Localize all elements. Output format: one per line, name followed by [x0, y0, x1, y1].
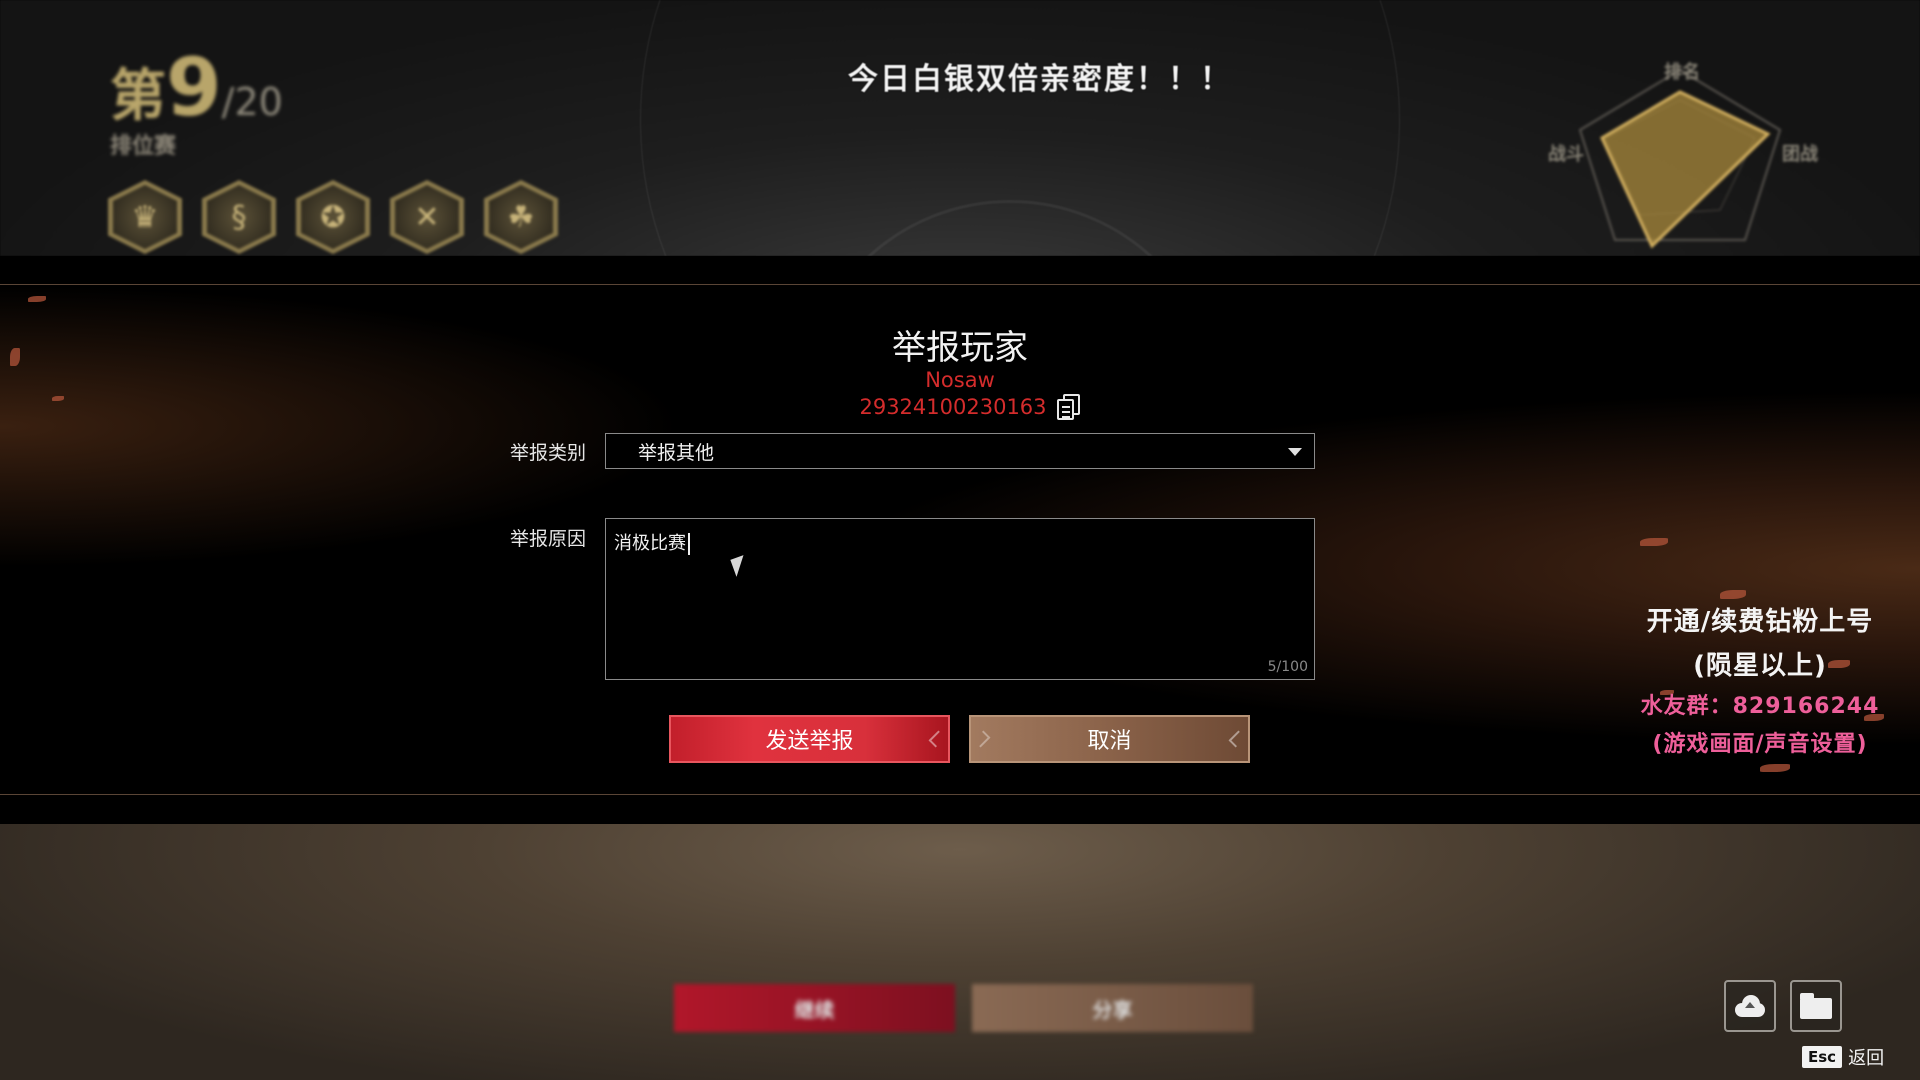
promo-line: (陨星以上)	[1693, 651, 1827, 681]
folder-icon	[1800, 993, 1832, 1019]
copy-icon[interactable]	[1056, 394, 1081, 420]
player-id: 29324100230163	[859, 395, 1047, 419]
chevron-icon	[1228, 730, 1246, 748]
player-id-row: 29324100230163	[820, 394, 1120, 420]
badge-dragon-icon: §	[202, 180, 276, 254]
folder-button[interactable]	[1790, 980, 1842, 1032]
badge-swords-icon: ✕	[390, 180, 464, 254]
category-label: 举报类别	[510, 442, 587, 464]
send-report-button[interactable]: 发送举报	[669, 715, 950, 763]
divider	[0, 794, 1920, 795]
category-select[interactable]: 举报其他	[605, 433, 1315, 469]
promo-line: 开通/续费钻粉上号	[1646, 607, 1874, 637]
text-caret	[688, 533, 690, 555]
radar-label: 团战	[1782, 144, 1818, 165]
send-report-label: 发送举报	[765, 729, 854, 754]
cancel-button[interactable]: 取消	[969, 715, 1250, 763]
ember-particle	[28, 296, 46, 302]
report-dialog: 举报玩家 Nosaw 29324100230163 举报类别 举报其他 举报原因…	[0, 256, 1920, 824]
ember-particle	[1760, 764, 1790, 772]
ember-particle	[10, 348, 20, 366]
share-button[interactable]: 分享	[972, 984, 1253, 1032]
chevron-down-icon	[1288, 448, 1302, 456]
continue-label: 继续	[794, 997, 835, 1022]
badge-crown-icon: ♛	[108, 180, 182, 254]
cancel-label: 取消	[1087, 729, 1132, 754]
bottom-background: 继续 分享 Esc 返回	[0, 824, 1920, 1080]
dialog-title: 举报玩家	[892, 328, 1028, 368]
player-name: Nosaw	[925, 368, 995, 392]
badge-clover-icon: ☘	[484, 180, 558, 254]
reason-input[interactable]: 消极比赛 5/100	[605, 518, 1315, 680]
chevron-icon	[928, 730, 946, 748]
ember-particle	[1720, 590, 1746, 599]
match-mode: 排位赛	[110, 134, 177, 159]
esc-back-hint[interactable]: Esc 返回	[1802, 1044, 1884, 1070]
divider	[0, 284, 1920, 285]
char-counter: 5/100	[1267, 659, 1308, 675]
cloud-upload-button[interactable]	[1724, 980, 1776, 1032]
ember-particle	[52, 396, 64, 401]
rank-prefix: 第	[110, 64, 166, 129]
back-label: 返回	[1848, 1048, 1885, 1069]
category-value: 举报其他	[638, 441, 715, 464]
cloud-upload-icon	[1733, 995, 1767, 1017]
esc-key: Esc	[1802, 1046, 1843, 1068]
continue-button[interactable]: 继续	[674, 984, 955, 1032]
reason-text: 消极比赛	[614, 533, 686, 554]
radar-label: 排名	[1664, 62, 1700, 83]
promo-line: 水友群：829166244	[1640, 694, 1880, 719]
stream-overlay-promo: 开通/续费钻粉上号 (陨星以上) 水友群：829166244 (游戏画面/声音设…	[1610, 600, 1910, 764]
promo-line: (游戏画面/声音设置)	[1652, 732, 1868, 757]
stream-banner: 今日白银双倍亲密度！！！	[848, 62, 1232, 97]
badge-row: ♛ § ✪ ✕ ☘	[108, 180, 558, 254]
radar-label: 战斗	[1548, 144, 1584, 165]
badge-emblem-icon: ✪	[296, 180, 370, 254]
ember-particle	[1640, 538, 1668, 546]
reason-label: 举报原因	[510, 528, 587, 550]
rank-display: 第 9 /20	[110, 48, 283, 132]
share-label: 分享	[1092, 997, 1133, 1022]
top-background: 第 9 /20 排位赛 ♛ § ✪ ✕ ☘ 今日白银双倍亲密度！！！ 排名 战斗…	[0, 0, 1920, 256]
chevron-icon	[973, 730, 991, 748]
rank-number: 9	[166, 41, 222, 134]
rank-total: /20	[221, 80, 283, 124]
